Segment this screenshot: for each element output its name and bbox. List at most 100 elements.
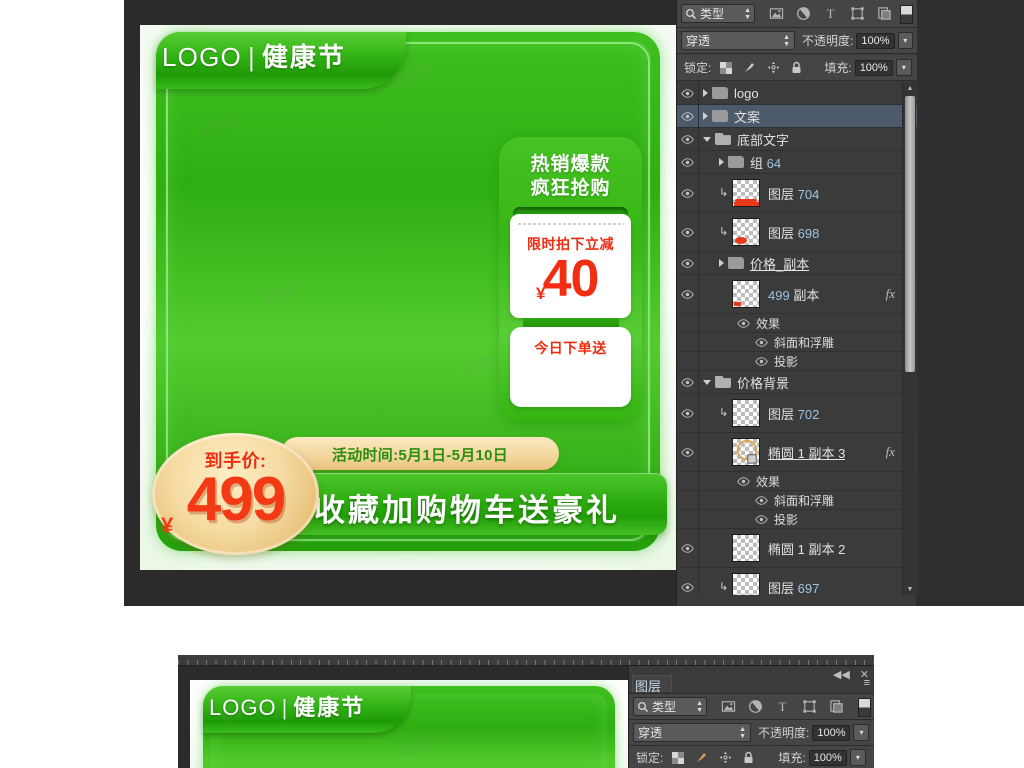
layer-visibility-cell[interactable]: [677, 82, 699, 104]
layer-visibility-icon[interactable]: [681, 134, 694, 144]
layer-visibility-cell[interactable]: [677, 151, 699, 173]
pixel-layer-filter-icon[interactable]: [721, 699, 736, 714]
layer-name[interactable]: 图层 698: [768, 223, 819, 242]
layer-row[interactable]: ↳ 图层 702: [677, 394, 917, 433]
smart-object-filter-icon[interactable]: [877, 6, 892, 21]
layer-row[interactable]: ↳ 图层 697: [677, 568, 917, 595]
scroll-down-arrow-icon[interactable]: ▼: [904, 583, 916, 595]
layer-name[interactable]: 文案: [734, 107, 760, 126]
blend-mode-select-secondary[interactable]: 穿透 ▲ ▼: [633, 723, 751, 742]
shape-layer-filter-icon[interactable]: [802, 699, 817, 714]
adjustment-layer-filter-icon[interactable]: [796, 6, 811, 21]
layer-visibility-icon[interactable]: [755, 337, 768, 347]
layer-name[interactable]: 椭圆 1 副本 2: [768, 539, 845, 558]
lock-position-icon[interactable]: [719, 751, 732, 764]
layer-row[interactable]: 椭圆 1 副本 2: [677, 529, 917, 568]
layer-row[interactable]: logo: [677, 82, 917, 105]
shape-layer-filter-icon[interactable]: [850, 6, 865, 21]
layer-visibility-icon[interactable]: [681, 258, 694, 268]
layer-row[interactable]: 组 64: [677, 151, 917, 174]
layer-visibility-icon[interactable]: [755, 356, 768, 366]
layer-visibility-icon[interactable]: [681, 543, 694, 553]
scroll-up-arrow-icon[interactable]: ▲: [904, 82, 916, 94]
layer-name[interactable]: 椭圆 1 副本 3: [768, 443, 845, 462]
layer-visibility-cell[interactable]: [677, 213, 699, 251]
layer-row[interactable]: 价格_副本: [677, 252, 917, 275]
layer-visibility-icon[interactable]: [681, 408, 694, 418]
layer-effects-badge[interactable]: fx: [886, 444, 895, 460]
layer-effects-badge[interactable]: fx: [886, 286, 895, 302]
layer-name[interactable]: 组 64: [750, 153, 781, 172]
group-disclosure-triangle-icon[interactable]: [719, 259, 724, 267]
layer-filter-kind-select-secondary[interactable]: 类型 ▲ ▼: [633, 697, 707, 716]
layer-effect-row[interactable]: 效果: [677, 472, 917, 491]
canvas-stage-secondary[interactable]: LOGO|健康节 我图网 我图网: [178, 666, 628, 768]
layer-visibility-icon[interactable]: [681, 447, 694, 457]
group-disclosure-triangle-icon[interactable]: [703, 379, 711, 385]
collapse-panel-icon[interactable]: ◀◀: [833, 668, 850, 681]
fill-dropdown-icon-secondary[interactable]: ▾: [849, 749, 866, 766]
layer-visibility-icon[interactable]: [755, 495, 768, 505]
layer-visibility-cell[interactable]: [677, 568, 699, 595]
layer-name[interactable]: 价格背景: [737, 373, 789, 392]
layer-name[interactable]: logo: [734, 86, 759, 101]
lock-image-pixels-icon[interactable]: [743, 61, 756, 74]
layer-row[interactable]: 底部文字: [677, 128, 917, 151]
layer-visibility-icon[interactable]: [755, 514, 768, 524]
layer-visibility-icon[interactable]: [681, 227, 694, 237]
layer-name[interactable]: 图层 697: [768, 578, 819, 596]
fill-value-secondary[interactable]: 100%: [808, 749, 847, 766]
lock-transparent-pixels-icon[interactable]: [672, 751, 685, 764]
layer-visibility-cell[interactable]: [677, 252, 699, 274]
layer-row[interactable]: 文案: [677, 105, 917, 128]
scrollbar-thumb[interactable]: [905, 96, 915, 372]
layer-visibility-icon[interactable]: [681, 111, 694, 121]
pixel-layer-filter-icon[interactable]: [769, 6, 784, 21]
layer-row[interactable]: 价格背景: [677, 371, 917, 394]
layer-filter-kind-select[interactable]: 类型 ▲ ▼: [681, 4, 755, 23]
layer-visibility-icon[interactable]: [681, 377, 694, 387]
effect-visibility-cell[interactable]: [677, 333, 699, 351]
lock-position-icon[interactable]: [767, 61, 780, 74]
filter-toggle-switch-secondary[interactable]: [858, 698, 871, 717]
panel-menu-icon[interactable]: ≡: [864, 678, 870, 689]
layer-visibility-icon[interactable]: [681, 157, 694, 167]
layer-name[interactable]: 图层 702: [768, 404, 819, 423]
fill-dropdown-icon[interactable]: ▾: [895, 59, 912, 76]
layer-thumbnail[interactable]: [732, 179, 760, 207]
cta-bar[interactable]: 收藏加购物车送豪礼: [267, 473, 667, 535]
layer-thumbnail[interactable]: [732, 280, 760, 308]
lock-all-icon[interactable]: [743, 751, 754, 764]
lock-image-pixels-icon[interactable]: [695, 751, 708, 764]
layer-visibility-icon[interactable]: [681, 188, 694, 198]
effect-visibility-cell[interactable]: [677, 491, 699, 509]
layer-visibility-cell[interactable]: [677, 529, 699, 567]
layer-effect-row[interactable]: 投影: [677, 510, 917, 529]
layer-thumbnail[interactable]: [732, 218, 760, 246]
layer-visibility-icon[interactable]: [681, 582, 694, 592]
blend-mode-select[interactable]: 穿透 ▲ ▼: [681, 31, 796, 50]
type-layer-filter-icon[interactable]: T: [775, 699, 790, 714]
effect-visibility-cell[interactable]: [677, 510, 699, 528]
group-disclosure-triangle-icon[interactable]: [703, 136, 711, 142]
layer-effect-row[interactable]: 投影: [677, 352, 917, 371]
layer-thumbnail[interactable]: [732, 573, 760, 595]
layer-visibility-icon[interactable]: [681, 289, 694, 299]
layer-thumbnail[interactable]: [732, 399, 760, 427]
layer-visibility-cell[interactable]: [677, 394, 699, 432]
opacity-dropdown-icon-secondary[interactable]: ▾: [853, 724, 870, 741]
adjustment-layer-filter-icon[interactable]: [748, 699, 763, 714]
layer-thumbnail[interactable]: [732, 438, 760, 466]
layer-visibility-icon[interactable]: [737, 318, 750, 328]
layer-thumbnail[interactable]: [732, 534, 760, 562]
layer-effect-row[interactable]: 斜面和浮雕: [677, 333, 917, 352]
opacity-dropdown-icon[interactable]: ▾: [897, 32, 913, 49]
effect-visibility-cell[interactable]: [677, 472, 699, 490]
layer-name[interactable]: 图层 704: [768, 184, 819, 203]
layer-row[interactable]: 499 副本 fx: [677, 275, 917, 314]
canvas-stage[interactable]: LOGO|健康节 我图网 我图网 我图网 我图网 我图网 我图网 热销爆款 疯狂…: [140, 25, 676, 570]
layer-visibility-icon[interactable]: [737, 476, 750, 486]
layer-row[interactable]: ↳ 图层 698: [677, 213, 917, 252]
group-disclosure-triangle-icon[interactable]: [703, 89, 708, 97]
effect-visibility-cell[interactable]: [677, 314, 699, 332]
